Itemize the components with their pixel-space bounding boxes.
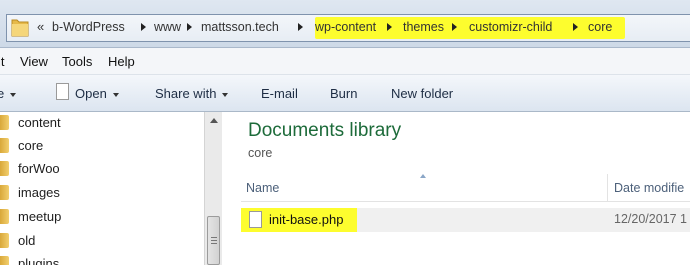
nav-item-label: images: [18, 185, 60, 200]
sort-arrow-icon: [420, 174, 426, 178]
nav-item-content[interactable]: content: [0, 113, 200, 133]
address-bar-area: « b-WordPress www mattsson.tech wp-conte…: [0, 0, 690, 48]
dropdown-arrow-icon: [222, 92, 229, 97]
file-row[interactable]: init-base.php 12/20/2017 1: [241, 208, 690, 232]
breadcrumb-core[interactable]: core: [588, 20, 612, 34]
new-folder-button[interactable]: New folder: [391, 86, 453, 101]
file-date-modified: 12/20/2017 1: [614, 212, 687, 226]
command-bar: e Open Share with E-mail Burn New folder: [0, 75, 690, 112]
grip-line: [211, 243, 217, 244]
nav-item-meetup[interactable]: meetup: [0, 207, 200, 227]
nav-item-label: meetup: [18, 209, 62, 224]
menu-edit[interactable]: it: [0, 54, 5, 69]
email-button[interactable]: E-mail: [261, 86, 298, 101]
nav-item-label: plugins: [18, 256, 60, 265]
dropdown-arrow-icon: [10, 92, 17, 97]
library-subtitle: core: [248, 146, 273, 160]
breadcrumb-themes[interactable]: themes: [403, 20, 444, 34]
overflow-chevron[interactable]: «: [37, 19, 44, 34]
column-header-name[interactable]: Name: [246, 181, 279, 195]
folder-icon: [0, 161, 9, 176]
scroll-up-arrow-icon[interactable]: [210, 118, 218, 123]
column-header-date-modified[interactable]: Date modifie: [614, 181, 684, 195]
nav-item-plugins[interactable]: plugins: [0, 254, 200, 265]
folder-icon: [11, 19, 29, 37]
column-divider[interactable]: [607, 174, 608, 202]
open-button[interactable]: Open: [75, 86, 119, 101]
breadcrumb-b-wordpress[interactable]: b-WordPress: [52, 20, 125, 34]
folder-icon: [0, 233, 9, 248]
nav-item-label: forWoo: [18, 161, 60, 176]
library-title: Documents library: [248, 120, 402, 141]
breadcrumb-separator-arrow-icon[interactable]: [573, 23, 578, 31]
share-with-label: Share with: [155, 86, 217, 101]
nav-item-label: content: [18, 115, 61, 130]
menu-view[interactable]: View: [20, 54, 48, 69]
nav-item-old[interactable]: old: [0, 231, 200, 251]
breadcrumb-separator-arrow-icon[interactable]: [187, 23, 192, 31]
nav-item-label: core: [18, 138, 44, 153]
breadcrumb-separator-arrow-icon[interactable]: [298, 23, 303, 31]
nav-item-images[interactable]: images: [0, 183, 200, 203]
share-with-button[interactable]: Share with: [155, 86, 229, 101]
folder-icon: [0, 256, 9, 265]
folder-icon: [0, 209, 9, 224]
document-icon: [56, 83, 69, 100]
breadcrumb-www[interactable]: www: [154, 20, 181, 34]
burn-button[interactable]: Burn: [330, 86, 357, 101]
breadcrumb-separator-arrow-icon[interactable]: [387, 23, 392, 31]
address-bar[interactable]: « b-WordPress www mattsson.tech wp-conte…: [6, 14, 690, 42]
scroll-thumb[interactable]: [207, 216, 220, 265]
organize-label: e: [0, 86, 5, 101]
organize-button[interactable]: e: [0, 86, 17, 101]
menu-tools[interactable]: Tools: [62, 54, 92, 69]
breadcrumb-wp-content[interactable]: wp-content: [315, 20, 376, 34]
breadcrumb-separator-arrow-icon[interactable]: [141, 23, 146, 31]
breadcrumb-separator-arrow-icon[interactable]: [452, 23, 457, 31]
navigation-pane: content core forWoo images meetup old pl…: [0, 112, 222, 265]
grip-line: [211, 240, 217, 241]
nav-scrollbar[interactable]: [204, 112, 222, 265]
folder-icon: [0, 138, 9, 153]
open-label: Open: [75, 86, 107, 101]
folder-icon: [0, 185, 9, 200]
folder-icon: [0, 115, 9, 130]
breadcrumb-customizr-child[interactable]: customizr-child: [469, 20, 552, 34]
file-name: init-base.php: [269, 212, 344, 227]
nav-item-label: old: [18, 233, 36, 248]
menu-help[interactable]: Help: [108, 54, 135, 69]
column-header-row: Name Date modifie: [241, 174, 690, 202]
content-pane: Documents library core Name Date modifie…: [223, 112, 690, 265]
menu-bar: it View Tools Help: [0, 48, 690, 75]
grip-line: [211, 237, 217, 238]
php-file-icon: [249, 211, 262, 228]
dropdown-arrow-icon: [112, 92, 119, 97]
nav-item-core[interactable]: core: [0, 136, 200, 156]
breadcrumb-mattsson-tech[interactable]: mattsson.tech: [201, 20, 279, 34]
nav-item-forwoo[interactable]: forWoo: [0, 159, 200, 179]
